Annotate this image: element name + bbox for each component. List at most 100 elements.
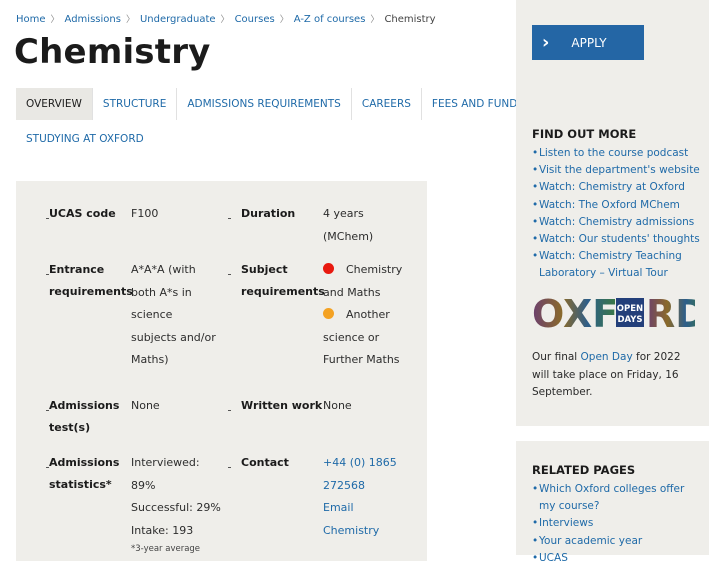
entrance-value-line: science	[131, 308, 173, 321]
banner-open-text: OPEN	[617, 304, 643, 314]
duration-label: Duration	[241, 207, 296, 220]
duration-value: 4 years (MChem)	[323, 203, 373, 248]
find-out-more-link[interactable]: Watch: Chemistry admissions	[532, 214, 702, 231]
breadcrumb-separator: 〉	[50, 15, 60, 25]
breadcrumb-separator: 〉	[370, 15, 380, 25]
contact-phone-line: 272568	[323, 478, 365, 492]
banner-days-text: DAYS	[617, 315, 642, 325]
stats-label-line: Admissions	[49, 456, 120, 469]
entrance-requirements-label: Entrance requirements	[49, 259, 133, 303]
course-tabs: OVERVIEW STRUCTURE ADMISSIONS REQUIREMEN…	[16, 88, 548, 158]
entrance-value-line: both A*s in	[131, 285, 192, 299]
tab-admissions-requirements[interactable]: ADMISSIONS REQUIREMENTS	[177, 88, 352, 120]
entrance-value-line: subjects and/or	[131, 330, 216, 344]
recommended-subject-line: Further Maths	[323, 353, 400, 366]
related-page-link[interactable]: Which Oxford colleges offer my course?	[532, 481, 702, 515]
written-work-label: Written work	[241, 399, 323, 412]
tab-overview[interactable]: OVERVIEW	[16, 88, 93, 120]
banner-text-left: OXF	[532, 294, 618, 331]
find-out-more-list: Listen to the course podcast Visit the d…	[532, 145, 702, 283]
subject-label-line: Subject	[241, 263, 288, 276]
course-facts-panel: UCAS code F100 Duration 4 years (MChem) …	[16, 181, 427, 561]
find-out-more-link[interactable]: Watch: The Oxford MChem	[532, 197, 702, 214]
duration-years: 4 years	[323, 207, 364, 220]
find-out-more-heading: FIND OUT MORE	[532, 127, 637, 141]
admissions-statistics-label: Admissions statistics*	[49, 452, 119, 496]
row-bullet	[228, 467, 231, 468]
breadcrumb-separator: 〉	[279, 15, 289, 25]
contact-label: Contact	[241, 456, 289, 469]
find-out-more-link[interactable]: Listen to the course podcast	[532, 145, 702, 162]
admissions-test-label: Admissions test(s)	[49, 395, 119, 439]
tab-careers[interactable]: CAREERS	[352, 88, 422, 120]
breadcrumb-current: Chemistry	[384, 14, 436, 25]
row-bullet	[228, 218, 231, 219]
breadcrumb-home[interactable]: Home	[16, 14, 46, 25]
entrance-label-line: requirements	[49, 285, 133, 298]
stats-label-line: statistics*	[49, 478, 112, 491]
find-out-more-link[interactable]: Watch: Chemistry at Oxford	[532, 179, 702, 196]
stats-interviewed-value: 89%	[131, 478, 156, 492]
essential-dot-icon	[323, 263, 334, 274]
open-days-banner[interactable]: OXF OPEN DAYS RD	[532, 294, 695, 331]
row-bullet	[228, 274, 231, 275]
open-day-text-pre: Our final	[532, 351, 578, 363]
admissions-test-label-line: test(s)	[49, 421, 91, 434]
breadcrumb-separator: 〉	[220, 15, 230, 25]
essential-subject: Chemistry	[323, 259, 402, 282]
find-out-more-panel: FIND OUT MORE Listen to the course podca…	[516, 106, 709, 426]
open-days-banner-image: OXF OPEN DAYS RD	[532, 294, 695, 331]
breadcrumb-separator: 〉	[125, 15, 135, 25]
tab-structure[interactable]: STRUCTURE	[93, 88, 178, 120]
related-pages-heading: RELATED PAGES	[532, 463, 636, 477]
entrance-value-line: Maths)	[131, 353, 169, 366]
related-page-link[interactable]: Your academic year	[532, 533, 702, 550]
recommended-subject: Another	[323, 304, 402, 327]
ucas-code-value: F100	[131, 207, 159, 220]
contact-phone-link[interactable]: +44 (0) 1865 272568	[323, 452, 397, 497]
entrance-value-line: A*A*A (with	[131, 263, 196, 276]
subject-requirements-label: Subject requirements	[241, 259, 325, 303]
recommended-subject-line: science or	[323, 330, 380, 344]
recommended-subject-name: Another	[346, 308, 390, 321]
entrance-label-line: Entrance	[49, 263, 105, 276]
contact-email-line: Email	[323, 501, 354, 514]
admissions-statistics-value: Interviewed: 89% Successful: 29% Intake:…	[131, 452, 221, 556]
related-page-link[interactable]: UCAS	[532, 550, 702, 567]
row-bullet	[228, 410, 231, 411]
duration-degree: (MChem)	[323, 229, 374, 243]
stats-intake: Intake: 193	[131, 523, 194, 537]
recommended-dot-icon	[323, 308, 334, 319]
contact-email-link[interactable]: Email Chemistry	[323, 497, 397, 542]
essential-subject-line: and Maths	[323, 285, 381, 299]
find-out-more-link[interactable]: Watch: Chemistry Teaching Laboratory – V…	[532, 248, 702, 282]
contact-phone-line: +44 (0) 1865	[323, 456, 397, 469]
breadcrumb-a-z-courses[interactable]: A-Z of courses	[294, 14, 366, 25]
banner-text-right: RD	[646, 294, 695, 331]
chevron-right-icon: ›	[542, 31, 550, 53]
stats-interviewed-label: Interviewed:	[131, 456, 200, 469]
essential-subject-name: Chemistry	[346, 263, 403, 276]
tab-row: STUDYING AT OXFORD	[16, 120, 508, 158]
find-out-more-link[interactable]: Watch: Our students' thoughts	[532, 231, 702, 248]
admissions-test-label-line: Admissions	[49, 399, 120, 412]
open-day-link[interactable]: Open Day	[581, 351, 633, 363]
breadcrumb-courses[interactable]: Courses	[235, 14, 275, 25]
tab-row: OVERVIEW STRUCTURE ADMISSIONS REQUIREMEN…	[16, 88, 548, 120]
breadcrumb-undergraduate[interactable]: Undergraduate	[140, 14, 216, 25]
find-out-more-link[interactable]: Visit the department's website	[532, 162, 702, 179]
apply-panel: › APPLY	[516, 0, 709, 118]
page-title: Chemistry	[14, 32, 211, 72]
written-work-value: None	[323, 399, 352, 412]
apply-button-label: APPLY	[571, 35, 607, 50]
related-pages-list: Which Oxford colleges offer my course? I…	[532, 481, 702, 567]
breadcrumb-admissions[interactable]: Admissions	[65, 14, 121, 25]
admissions-test-value: None	[131, 399, 160, 412]
tab-studying-at-oxford[interactable]: STUDYING AT OXFORD	[16, 123, 154, 155]
entrance-requirements-value: A*A*A (with both A*s in science subjects…	[131, 259, 216, 372]
related-page-link[interactable]: Interviews	[532, 515, 702, 532]
apply-button[interactable]: › APPLY	[532, 25, 644, 60]
stats-footnote: *3-year average	[131, 544, 201, 554]
contact-value: +44 (0) 1865 272568 Email Chemistry	[323, 452, 397, 542]
open-day-text: Our final Open Day for 2022 will take pl…	[532, 349, 700, 402]
